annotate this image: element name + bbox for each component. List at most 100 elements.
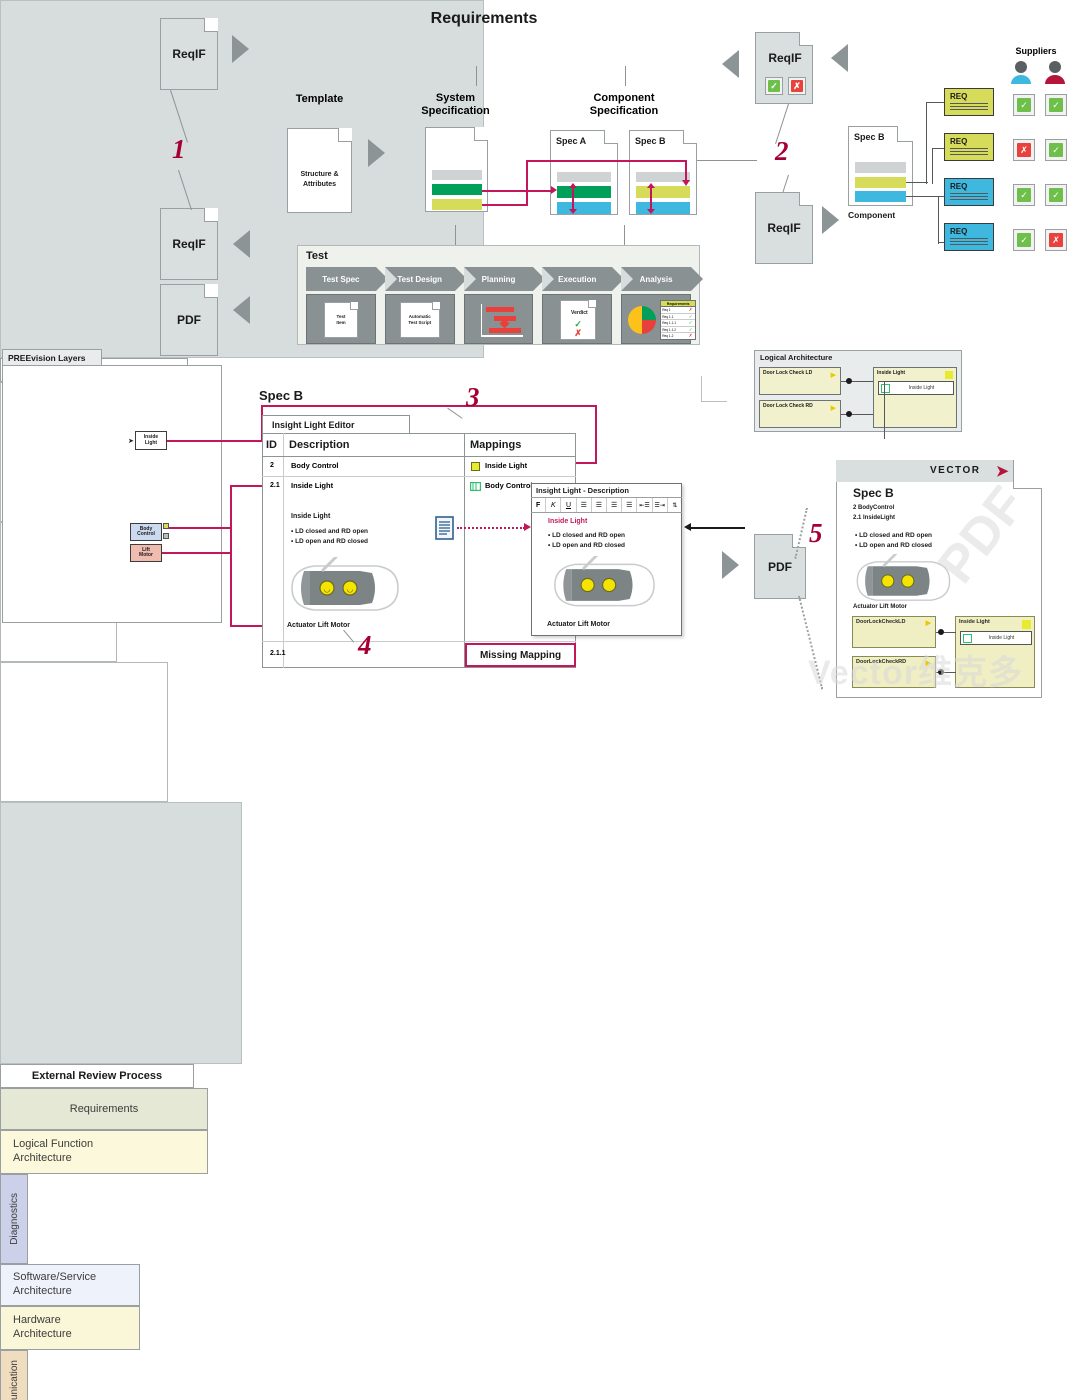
- row-mapping: Body Control: [485, 481, 533, 490]
- block-body-control[interactable]: Body Control: [130, 523, 162, 541]
- page-fold-icon: [474, 127, 488, 141]
- req-label: REQ: [950, 137, 968, 146]
- italic-button[interactable]: K: [546, 498, 562, 512]
- dotted-link-to-popup: [457, 527, 525, 529]
- req-connector-1-end: [926, 102, 944, 104]
- port-swatch-icon: [1022, 620, 1031, 629]
- table-row: Req 1 ✗: [661, 307, 696, 314]
- body-control-port-gray: [163, 533, 169, 539]
- status-pass-badge: ✓: [765, 77, 783, 95]
- req-line: [950, 238, 988, 239]
- test-phase[interactable]: Analysis: [621, 267, 703, 291]
- la-block-door-lock-ld[interactable]: Door Lock Check LD ▶: [759, 367, 841, 395]
- block-lift-motor[interactable]: Lift Motor: [130, 544, 162, 562]
- spec-b-bidir-down: [647, 209, 655, 214]
- test-phase[interactable]: Planning: [463, 267, 546, 291]
- detail-heading: Inside Light: [291, 513, 331, 520]
- layer-software-service-architecture[interactable]: Software/Service Architecture: [0, 1264, 140, 1306]
- mid-doc-reqif-2[interactable]: ReqIF: [755, 192, 813, 264]
- block-inside-light[interactable]: Inside Light: [135, 431, 167, 450]
- document-icon[interactable]: [435, 516, 455, 540]
- panel-fold-corner: [701, 376, 727, 402]
- supplier2-status-4[interactable]: ✗: [1045, 229, 1067, 251]
- page-fold-icon: [683, 130, 697, 144]
- justify-icon[interactable]: ☰: [622, 498, 638, 512]
- chip-icon: [881, 383, 890, 393]
- test-icon-gantt-chart[interactable]: [463, 294, 534, 344]
- popup-heading: Inside Light: [548, 518, 588, 525]
- vector-brand-label: VECTOR: [930, 465, 981, 476]
- callout-line-3: [447, 407, 463, 419]
- mid-doc-reqif-1[interactable]: ReqIF ✓ ✗: [755, 32, 813, 104]
- supplier2-status-2[interactable]: ✓: [1045, 139, 1067, 161]
- test-phase[interactable]: Test Spec: [306, 267, 388, 291]
- supplier2-status-3[interactable]: ✓: [1045, 184, 1067, 206]
- test-phases: Test Spec Test Design Planning Execution…: [306, 267, 703, 291]
- align-left-icon[interactable]: ☰: [577, 498, 592, 512]
- supplier2-status-1[interactable]: ✓: [1045, 94, 1067, 116]
- vector-block-doorlock-ld[interactable]: DoorLockCheckLD ▶: [852, 616, 936, 648]
- car-illustration: [554, 556, 655, 607]
- car-illustration: ◡ ◡: [291, 557, 399, 611]
- left-doc-pdf[interactable]: PDF: [160, 284, 218, 356]
- sort-icon[interactable]: ⇅: [668, 498, 682, 512]
- req-line: [950, 151, 988, 152]
- table-row: Req 1.1.1 ✓: [661, 320, 696, 327]
- vector-dot-1: [938, 629, 944, 635]
- vector-watermark: Vector维克多: [808, 654, 1023, 692]
- gantt-bar-1: [485, 307, 514, 312]
- layer-hardware-architecture[interactable]: Hardware Architecture: [0, 1306, 140, 1350]
- layer-diagnostics[interactable]: Diagnostics: [0, 1174, 28, 1264]
- la-target-inside-light[interactable]: Inside Light Inside Light: [873, 367, 957, 428]
- test-icon-test-item[interactable]: Test Item: [306, 294, 376, 344]
- inner-block[interactable]: Inside Light: [960, 631, 1032, 645]
- bold-button[interactable]: F: [531, 498, 547, 512]
- supplier1-status-1[interactable]: ✓: [1013, 94, 1035, 116]
- indent-decrease-icon[interactable]: ⇤☰: [637, 498, 653, 512]
- inner-block[interactable]: Inside Light: [878, 381, 954, 395]
- test-icon-analysis[interactable]: Requirements Req 1 ✗ Req 1.1 ✓ Req 1.1.1…: [621, 294, 697, 344]
- req-line: [950, 244, 988, 245]
- editor-tab[interactable]: Insight Light Editor: [262, 415, 410, 433]
- map-line-top-down: [595, 405, 597, 463]
- req-card-3[interactable]: REQ: [944, 178, 994, 206]
- layer-logical-function-architecture[interactable]: Logical Function Architecture: [0, 1130, 208, 1174]
- popup-bullet-1: • LD closed and RD open: [548, 532, 626, 539]
- test-icon-verdict[interactable]: Verdict ✓ ✗: [542, 294, 613, 344]
- req-card-4[interactable]: REQ: [944, 223, 994, 251]
- trace-yellow-top: [526, 160, 686, 162]
- req-card-2[interactable]: REQ: [944, 133, 994, 161]
- spec-a-bar-gray: [557, 172, 611, 182]
- component-spec-card[interactable]: [0, 662, 168, 802]
- vector-pdf-bullet-1: • LD closed and RD open: [855, 532, 933, 539]
- left-doc-reqif-2[interactable]: ReqIF: [160, 208, 218, 280]
- align-center-icon[interactable]: ☰: [592, 498, 608, 512]
- arrow-mid-right: [822, 206, 839, 234]
- la-block-door-lock-rd[interactable]: Door Lock Check RD ▶: [759, 400, 841, 428]
- supplier1-status-3[interactable]: ✓: [1013, 184, 1035, 206]
- align-right-icon[interactable]: ☰: [607, 498, 623, 512]
- layer-communication[interactable]: Communication: [0, 1350, 28, 1400]
- underline-button[interactable]: U: [561, 498, 577, 512]
- req-line: [950, 196, 988, 197]
- arrow-into-requirements: [232, 35, 249, 63]
- la-dot-1: [846, 378, 852, 384]
- popup-toolbar[interactable]: F K U ☰ ☰ ☰ ☰ ⇤☰ ☰⇥ ⇅: [531, 498, 682, 513]
- callout-number-4: 4: [358, 630, 372, 660]
- supplier1-status-2[interactable]: ✗: [1013, 139, 1035, 161]
- test-phase[interactable]: Test Design: [384, 267, 467, 291]
- left-doc-reqif-1[interactable]: ReqIF: [160, 18, 218, 90]
- test-icon-automatic-test-script[interactable]: Automatic Test Script: [384, 294, 455, 344]
- indent-increase-icon[interactable]: ☰⇥: [653, 498, 668, 512]
- layer-requirements[interactable]: Requirements: [0, 1088, 208, 1130]
- supplier-avatar-1: [1011, 61, 1031, 84]
- spec-doc-label: Spec B: [854, 132, 885, 142]
- test-phase[interactable]: Execution: [542, 267, 624, 291]
- req-card-1[interactable]: REQ: [944, 88, 994, 116]
- supplier1-status-4[interactable]: ✓: [1013, 229, 1035, 251]
- table-row[interactable]: 2 Body Control Inside Light: [262, 456, 576, 476]
- system-spec-title: System Specification: [421, 91, 490, 117]
- missing-mapping-badge[interactable]: Missing Mapping: [465, 643, 576, 667]
- preevision-tab[interactable]: PREEvision Layers: [2, 349, 102, 366]
- trace-green-horizontal: [482, 190, 554, 192]
